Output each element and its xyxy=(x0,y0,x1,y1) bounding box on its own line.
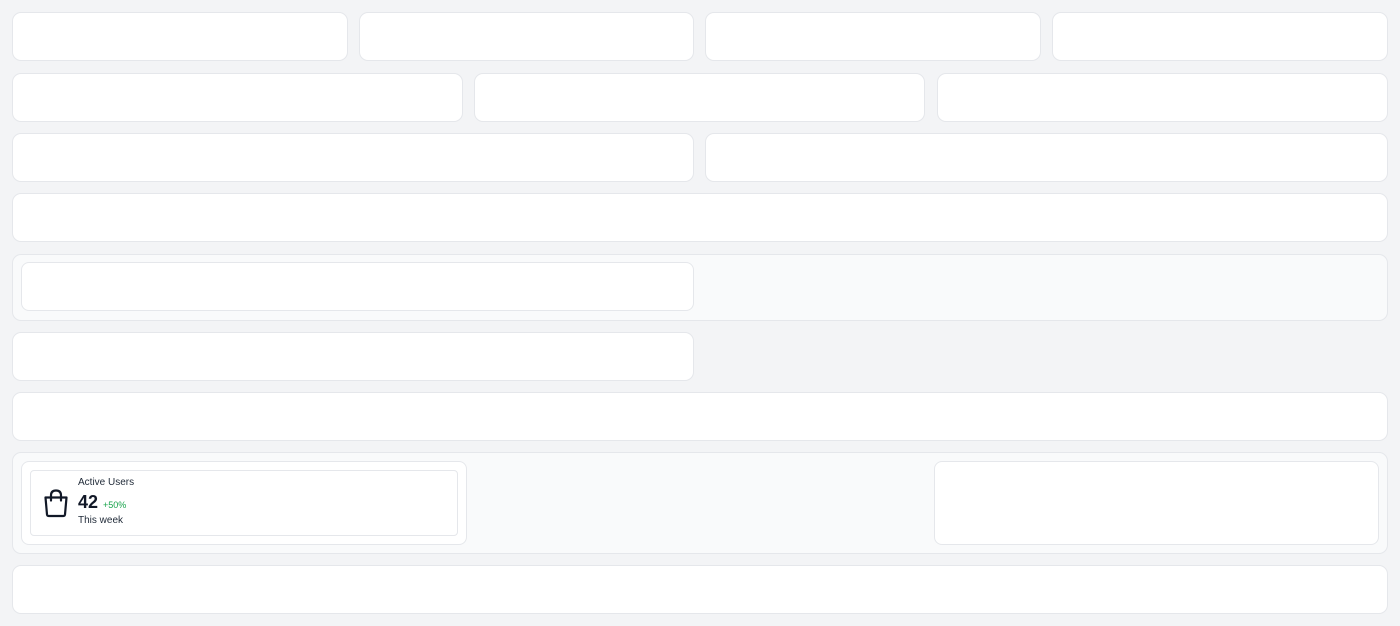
placeholder-card-r1-1 xyxy=(12,12,348,61)
placeholder-card-r1-2 xyxy=(359,12,694,61)
card-group-1 xyxy=(12,254,1388,321)
placeholder-card-r1-3 xyxy=(705,12,1041,61)
card-group-2: Active Users 42 +50% This week xyxy=(12,452,1388,554)
stat-value: 42 xyxy=(78,492,99,512)
placeholder-card-group1-inner xyxy=(21,262,694,311)
stat-title: Active Users xyxy=(78,477,135,488)
shopping-bag-icon xyxy=(42,488,70,518)
placeholder-card-r1-4 xyxy=(1052,12,1388,61)
placeholder-card-r6 xyxy=(12,332,694,381)
stat-card-active-users: Active Users 42 +50% This week xyxy=(30,470,458,536)
stat-subtitle: This week xyxy=(78,515,124,526)
placeholder-card-r7 xyxy=(12,392,1388,441)
stat-change-badge: +50% xyxy=(103,500,127,510)
placeholder-card-r2-3 xyxy=(937,73,1388,122)
placeholder-card-r3-2 xyxy=(705,133,1388,182)
placeholder-card-r3-1 xyxy=(12,133,694,182)
stat-card-wrapper: Active Users 42 +50% This week xyxy=(21,461,467,545)
placeholder-card-r9 xyxy=(12,565,1388,614)
placeholder-card-group2-right xyxy=(934,461,1379,545)
placeholder-card-r4 xyxy=(12,193,1388,242)
placeholder-card-r2-1 xyxy=(12,73,463,122)
placeholder-card-r2-2 xyxy=(474,73,925,122)
